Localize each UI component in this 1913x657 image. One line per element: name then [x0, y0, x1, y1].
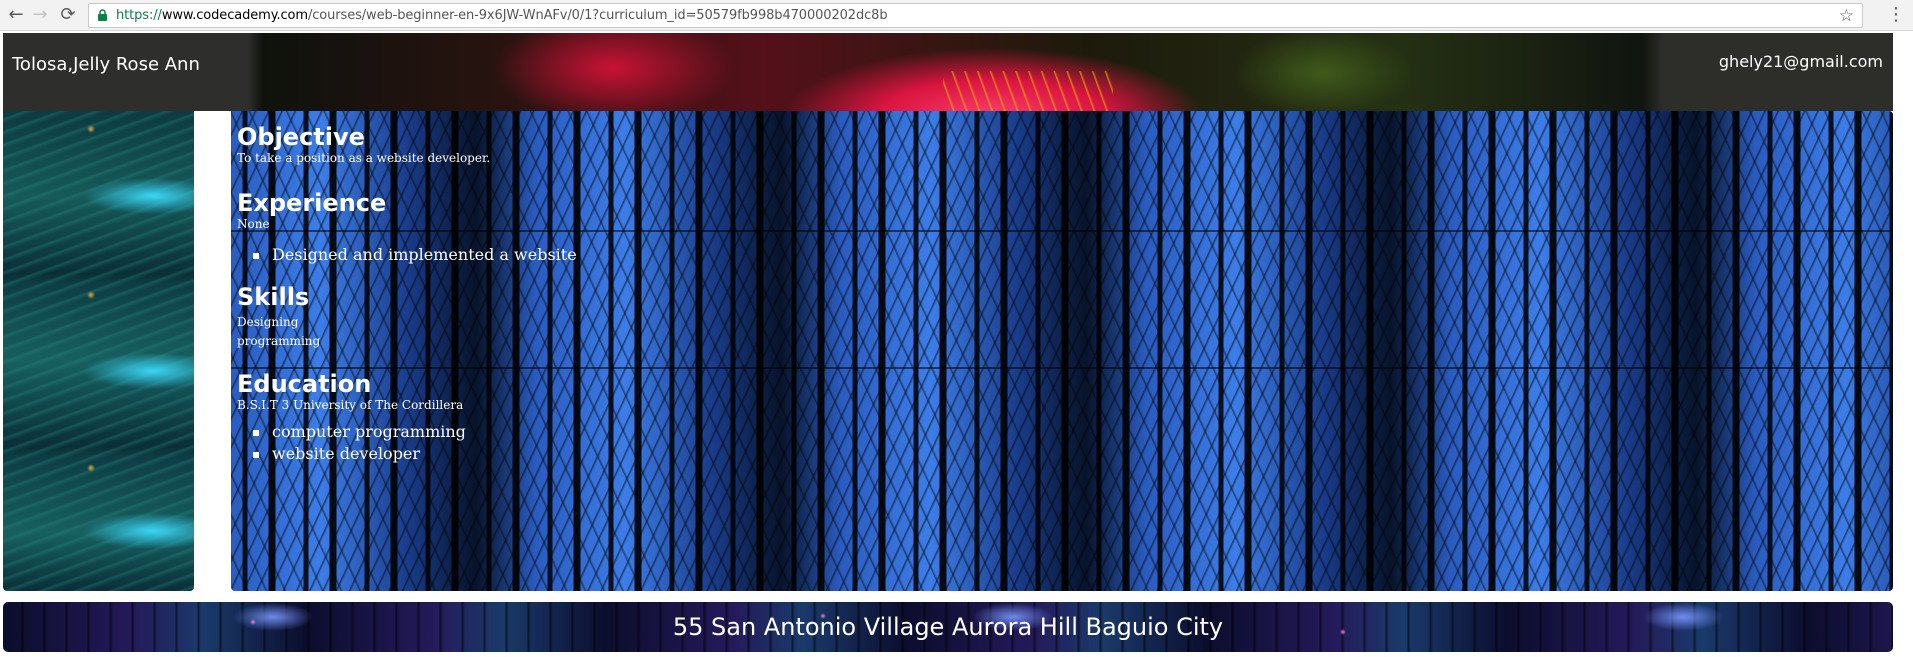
person-name: Tolosa,Jelly Rose Ann	[12, 54, 200, 75]
bullet-square-icon	[253, 253, 259, 259]
url-text[interactable]: https://www.codecademy.com/courses/web-b…	[116, 7, 888, 25]
browser-toolbar: ← → ⟳ https://www.codecademy.com/courses…	[0, 0, 1913, 31]
url-path: /courses/web-beginner-en-9x6JW-WnAFv/0/1…	[307, 8, 888, 23]
education-section: Education B.S.I.T 3 University of The Co…	[237, 370, 577, 465]
header-banner: Tolosa,Jelly Rose Ann ghely21@gmail.com	[3, 33, 1893, 111]
bullet-square-icon	[253, 452, 259, 458]
address-bar[interactable]: https://www.codecademy.com/courses/web-b…	[88, 3, 1863, 28]
footer-address: 55 San Antonio Village Aurora Hill Bagui…	[672, 613, 1224, 641]
list-item: website developer	[250, 443, 577, 465]
url-scheme: https://	[116, 8, 162, 23]
bullet-square-icon	[253, 430, 259, 436]
lock-icon	[98, 9, 107, 21]
skills-section: Skills Designing programming	[237, 283, 577, 349]
skills-line: programming	[237, 334, 321, 348]
skills-heading: Skills	[237, 283, 310, 311]
reload-icon[interactable]: ⟳	[56, 3, 80, 27]
experience-text: None	[237, 217, 270, 231]
education-item-text: website developer	[272, 444, 421, 463]
email-address: ghely21@gmail.com	[1718, 52, 1883, 71]
list-item: Designed and implemented a website	[250, 244, 577, 266]
resume-main-panel: Objective To take a position as a websit…	[231, 111, 1893, 591]
forward-arrow-icon[interactable]: →	[28, 3, 52, 27]
bookmark-star-icon[interactable]: ☆	[1839, 5, 1854, 27]
footer-banner: 55 San Antonio Village Aurora Hill Bagui…	[3, 602, 1893, 652]
experience-heading: Experience	[237, 189, 387, 217]
flower-stamens-decoration	[943, 71, 1113, 111]
education-list: computer programming website developer	[250, 421, 577, 465]
url-domain: www.codecademy.com	[161, 8, 308, 23]
objective-heading: Objective	[237, 123, 365, 151]
resume-content: Objective To take a position as a websit…	[237, 123, 577, 465]
experience-item-text: Designed and implemented a website	[272, 245, 577, 264]
education-text: B.S.I.T 3 University of The Cordillera	[237, 398, 464, 412]
experience-section: Experience None Designed and implemented…	[237, 189, 577, 266]
sidebar-waterfall-image	[3, 111, 194, 591]
back-arrow-icon[interactable]: ←	[4, 3, 28, 27]
browser-menu-icon[interactable]: ⋮	[1887, 3, 1905, 27]
education-item-text: computer programming	[272, 422, 466, 441]
experience-list: Designed and implemented a website	[250, 244, 577, 266]
objective-section: Objective To take a position as a websit…	[237, 123, 577, 166]
list-item: computer programming	[250, 421, 577, 443]
education-heading: Education	[237, 370, 372, 398]
objective-text: To take a position as a website develope…	[237, 151, 491, 165]
skills-line: Designing	[237, 315, 299, 329]
sidebar-gap	[194, 111, 231, 591]
